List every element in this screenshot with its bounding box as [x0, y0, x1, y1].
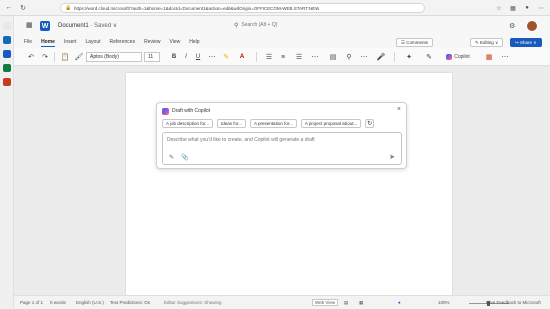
addins-icon[interactable]: ▦ [484, 52, 494, 62]
saved-status: · Saved ∨ [88, 23, 118, 29]
tab-references[interactable]: References [110, 36, 136, 48]
refresh-icon[interactable]: ↻ [18, 3, 28, 13]
avatar[interactable] [526, 20, 538, 32]
editing-mode-button[interactable]: ✎ Editing ∨ [470, 38, 504, 47]
numbering-icon[interactable]: ≡ [278, 52, 288, 62]
document-title[interactable]: Document1 · Saved ∨ [58, 22, 117, 29]
attach-icon[interactable]: 📎 [181, 154, 188, 161]
suggestion-chip[interactable]: A project proposal about... [300, 119, 362, 128]
send-icon[interactable]: ➤ [389, 153, 395, 161]
word-icon[interactable] [3, 50, 11, 58]
copilot-prompt-box: ✎ 📎 ➤ [162, 132, 402, 165]
refresh-suggestions-icon[interactable]: ↻ [365, 119, 375, 128]
language-status[interactable]: English (U.S.) [76, 300, 104, 305]
powerpoint-icon[interactable] [3, 78, 11, 86]
clipboard-icon[interactable]: 📋 [60, 52, 70, 62]
editor-suggestions-status[interactable]: Editor Suggestions: Showing [164, 300, 222, 305]
bullets-icon[interactable]: ☰ [264, 52, 274, 62]
suggestion-chip[interactable]: A job description for... [162, 119, 214, 128]
designer-icon[interactable]: ✦ [404, 52, 414, 62]
tab-help[interactable]: Help [189, 36, 199, 48]
more-formatting-icon[interactable]: ⋯ [207, 52, 217, 62]
doc-name: Document1 [58, 23, 89, 29]
underline-button[interactable]: U [193, 52, 203, 62]
undo-icon[interactable]: ↶ [26, 52, 36, 62]
tab-review[interactable]: Review [144, 36, 160, 48]
url-text: https://word.cloud.microsoft/?auth=1&hom… [74, 5, 320, 11]
search-box[interactable]: ⚲ [234, 20, 354, 30]
bold-button[interactable]: B [169, 52, 179, 62]
align-icon[interactable]: ☰ [294, 52, 304, 62]
copilot-label: Copilot [454, 54, 470, 60]
zoom-level[interactable]: 100% [438, 300, 450, 305]
excel-icon[interactable] [3, 64, 11, 72]
comments-button[interactable]: ☰ Comments [396, 38, 434, 47]
document-canvas: Draft with Copilot × A job description f… [14, 67, 550, 295]
highlight-icon[interactable]: ✎ [221, 52, 231, 62]
tab-file[interactable]: File [24, 36, 32, 48]
tab-layout[interactable]: Layout [85, 36, 100, 48]
copilot-icon [446, 54, 453, 60]
reference-file-icon[interactable]: ✎ [169, 154, 174, 161]
copilot-logo-icon [162, 108, 169, 115]
more-icon[interactable]: ⋯ [536, 3, 546, 13]
status-bar: Page 1 of 1 0 words English (U.S.) Text … [14, 295, 550, 309]
editor-icon[interactable]: ✎ [424, 52, 434, 62]
word-titlebar: ▦ W Document1 · Saved ∨ ⚲ ⚙ [14, 16, 550, 36]
more-editing-icon[interactable]: ⋯ [359, 52, 369, 62]
web-view-button[interactable]: Web View [312, 299, 339, 306]
tab-view[interactable]: View [169, 36, 180, 48]
home-toolbar: ↶ ↷ 📋 🖌 Aptos (Body) 11 B I U ⋯ ✎ A ☰ ≡ … [14, 48, 550, 66]
text-predictions-status[interactable]: Text Predictions: On [110, 300, 150, 305]
print-layout-icon[interactable]: ▦ [359, 300, 363, 306]
close-icon[interactable]: × [397, 106, 401, 113]
suggestion-chip[interactable]: Ideas for... [217, 119, 247, 128]
browser-toolbar: ← ↻ 🔒 https://word.cloud.microsoft/?auth… [0, 0, 550, 16]
more-paragraph-icon[interactable]: ⋯ [310, 52, 320, 62]
prompt-suggestions: A job description for... Ideas for... A … [162, 119, 375, 128]
copilot-card-title: Draft with Copilot [172, 108, 211, 114]
font-color-icon[interactable]: A [237, 52, 247, 62]
word-count[interactable]: 0 words [50, 300, 66, 305]
copilot-button[interactable]: Copilot [440, 52, 476, 62]
profile-icon[interactable]: ● [522, 3, 532, 13]
share-button[interactable]: ↪ Share ∨ [510, 38, 542, 47]
tab-home[interactable]: Home [41, 36, 55, 48]
italic-button[interactable]: I [181, 52, 191, 62]
accessibility-icon[interactable]: ● [398, 300, 401, 305]
feedback-link[interactable]: Give Feedback to Microsoft [486, 300, 541, 305]
page-count: Page 1 of 1 [20, 300, 44, 305]
copilot-prompt-input[interactable] [167, 137, 397, 147]
app-launcher-icon[interactable] [3, 22, 11, 30]
dictate-icon[interactable]: 🎤 [376, 52, 386, 62]
format-painter-icon[interactable]: 🖌 [74, 52, 84, 62]
app-rail [0, 16, 14, 309]
redo-icon[interactable]: ↷ [40, 52, 50, 62]
search-input[interactable] [241, 22, 342, 28]
font-size-select[interactable]: 11 [144, 52, 160, 62]
extensions-icon[interactable]: ▦ [508, 3, 518, 13]
browser-actions: ☆ ▦ ● ⋯ [494, 3, 546, 13]
back-icon[interactable]: ← [4, 3, 14, 13]
draft-with-copilot-card: Draft with Copilot × A job description f… [156, 102, 407, 169]
ribbon-tabs: File Home Insert Layout References Revie… [14, 36, 550, 48]
find-icon[interactable]: ⚲ [344, 52, 354, 62]
tab-insert[interactable]: Insert [64, 36, 77, 48]
address-bar[interactable]: 🔒 https://word.cloud.microsoft/?auth=1&h… [60, 3, 425, 13]
outlook-icon[interactable] [3, 36, 11, 44]
waffle-icon[interactable]: ▦ [26, 22, 34, 30]
lock-icon: 🔒 [65, 5, 72, 11]
star-icon[interactable]: ☆ [494, 3, 504, 13]
suggestion-chip[interactable]: A presentation for... [250, 119, 297, 128]
search-icon: ⚲ [234, 22, 239, 29]
settings-gear-icon[interactable]: ⚙ [509, 22, 517, 30]
font-name-select[interactable]: Aptos (Body) [86, 52, 142, 62]
focus-mode-icon[interactable]: ▤ [344, 300, 348, 306]
styles-icon[interactable]: ▤ [328, 52, 338, 62]
overflow-icon[interactable]: ⋯ [500, 52, 510, 62]
word-logo-icon: W [40, 21, 50, 31]
